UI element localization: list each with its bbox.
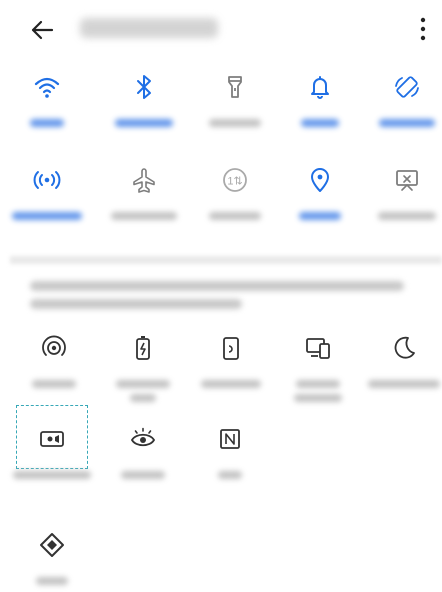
portable-hotspot-icon [42,335,66,356]
toggle-auto-rotate[interactable] [365,73,442,127]
multi-screen-icon [306,338,330,359]
battery-saver-icon [136,336,150,360]
toggle-label [209,119,261,127]
nfc-icon [220,429,240,449]
top-bar [0,0,442,56]
rotate-icon [395,76,419,98]
toggle-label [299,212,341,220]
page-title [80,18,218,38]
tile-label [32,380,76,388]
toggle-bluetooth[interactable] [102,73,186,127]
diamond-icon [40,533,64,557]
toggle-hotspot[interactable] [5,166,89,220]
flashlight-icon [228,76,242,98]
more-vertical-icon[interactable] [418,16,428,42]
toggle-label [115,119,173,127]
toggle-dual-sim[interactable]: 1⇅ [193,166,277,220]
toggle-wifi[interactable] [5,73,89,127]
hotspot-icon [33,171,61,189]
screen-recorder-icon [40,431,64,447]
toggle-label [12,212,82,220]
svg-text:1⇅: 1⇅ [227,176,242,188]
tile-screen-recorder[interactable] [10,425,94,479]
airplane-icon [133,168,155,193]
moon-icon [394,336,415,359]
tile-label [13,471,91,479]
tile-label-line2 [130,394,156,402]
tile-label [201,380,261,388]
toggle-label [111,212,177,220]
tile-label [36,577,68,585]
tile-label [368,380,440,388]
tile-projection[interactable] [189,334,273,388]
tile-diamond[interactable] [10,531,94,585]
tile-battery-saver[interactable] [101,334,185,402]
section-divider [10,256,442,264]
location-icon [311,168,329,192]
dual-sim-icon: 1⇅ [223,168,247,192]
toggle-sound[interactable] [278,73,362,127]
toggle-label [30,119,64,127]
projection-icon [223,337,239,360]
screenshot-icon [396,170,418,191]
toggle-airplane[interactable] [102,166,186,220]
toggle-label [209,212,261,220]
toggle-label [379,119,435,127]
wifi-icon [34,77,60,98]
tile-label [116,380,170,388]
tile-label-line2 [294,394,342,402]
tile-multi-screen[interactable] [276,334,360,402]
toggle-label [301,119,339,127]
tile-nfc[interactable] [188,425,272,479]
tile-label [121,471,165,479]
tile-label [218,471,242,479]
arrow-left-icon[interactable] [28,16,56,44]
tile-label [296,380,340,388]
toggle-label [378,212,436,220]
tile-eye-comfort[interactable] [101,425,185,479]
tile-do-not-disturb[interactable] [362,334,442,388]
toggle-flashlight[interactable] [193,73,277,127]
bluetooth-icon [137,75,151,99]
eye-comfort-icon [130,427,156,447]
tile-portable-hotspot[interactable] [12,334,96,388]
toggle-location[interactable] [278,166,362,220]
toggle-screenshot[interactable] [365,166,442,220]
bell-icon [311,76,329,99]
